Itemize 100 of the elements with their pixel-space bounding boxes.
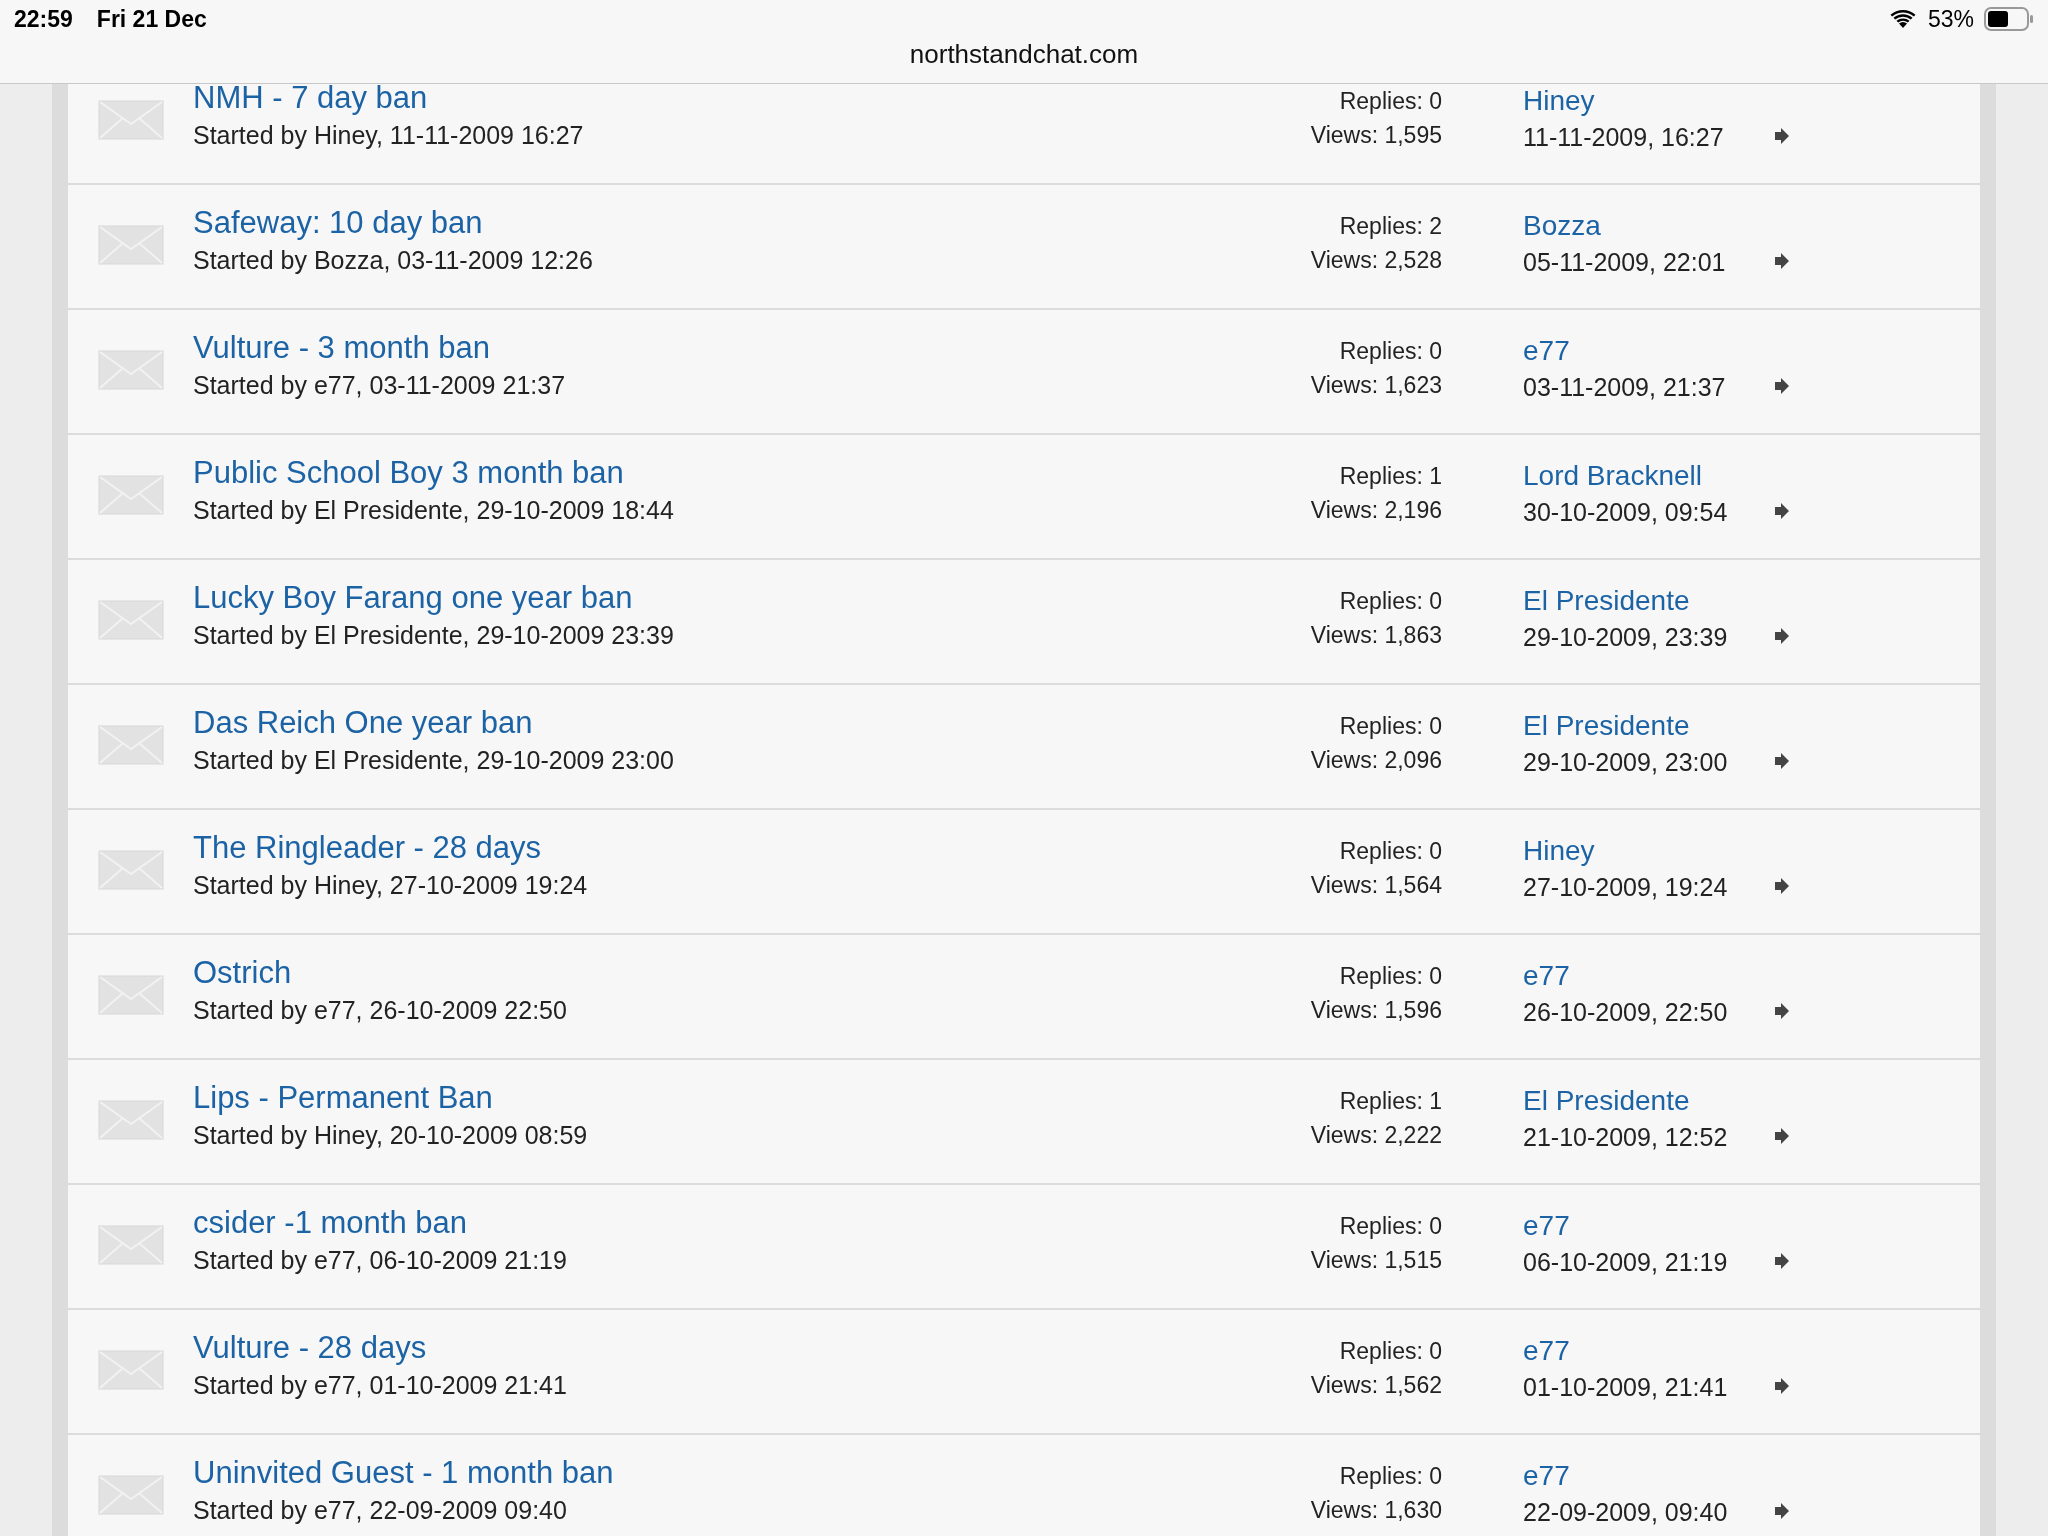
last-post-date: 27-10-2009, 19:24 [1523,872,1729,903]
envelope-icon [98,975,164,1015]
thread-title-link[interactable]: Das Reich One year ban [193,703,1232,743]
last-poster-link[interactable]: e77 [1523,332,1768,370]
thread-title-link[interactable]: Lips - Permanent Ban [193,1078,1232,1118]
last-post-date: 30-10-2009, 09:54 [1523,497,1729,528]
view-count: Views: 1,562 [1309,1371,1442,1400]
reply-count: Replies: 0 [1338,712,1442,741]
view-count: Views: 1,863 [1309,621,1442,650]
reply-count: Replies: 1 [1338,462,1442,491]
last-post-date: 11-11-2009, 16:27 [1523,122,1725,153]
thread-starter: Started by Hiney, 20-10-2009 08:59 [193,1120,589,1151]
battery-percent: 53% [1927,5,1974,33]
go-to-last-post-icon[interactable] [1774,1002,1790,1020]
last-post-date: 29-10-2009, 23:39 [1523,622,1729,653]
view-count: Views: 2,528 [1309,246,1442,275]
last-poster-link[interactable]: El Presidente [1523,582,1768,620]
reply-count: Replies: 0 [1338,1212,1442,1241]
thread-starter: Started by e77, 22-09-2009 09:40 [193,1495,568,1526]
last-post-date: 05-11-2009, 22:01 [1523,247,1727,278]
last-poster-link[interactable]: Bozza [1523,207,1768,245]
view-count: Views: 1,623 [1309,371,1442,400]
last-poster-link[interactable]: e77 [1523,957,1768,995]
thread-starter: Started by e77, 26-10-2009 22:50 [193,995,568,1026]
view-count: Views: 2,096 [1309,746,1442,775]
view-count: Views: 1,564 [1309,871,1442,900]
thread-starter: Started by El Presidente, 29-10-2009 18:44 [193,495,675,526]
go-to-last-post-icon[interactable] [1774,127,1790,145]
go-to-last-post-icon[interactable] [1774,1377,1790,1395]
reply-count: Replies: 0 [1338,87,1442,116]
thread-title-link[interactable]: Vulture - 3 month ban [193,328,1232,368]
reply-count: Replies: 0 [1338,1462,1442,1491]
reply-count: Replies: 0 [1338,337,1442,366]
envelope-icon [98,725,164,765]
reply-count: Replies: 0 [1338,962,1442,991]
last-post-date: 06-10-2009, 21:19 [1523,1247,1729,1278]
thread-starter: Started by e77, 01-10-2009 21:41 [193,1370,568,1401]
thread-title-link[interactable]: Ostrich [193,953,1232,993]
address-bar-url[interactable]: northstandchat.com [0,38,2048,70]
thread-title-link[interactable]: Vulture - 28 days [193,1328,1232,1368]
envelope-icon [98,225,164,265]
go-to-last-post-icon[interactable] [1774,1252,1790,1270]
thread-title-link[interactable]: NMH - 7 day ban [193,84,1232,118]
thread-starter: Started by El Presidente, 29-10-2009 23:00 [193,745,675,776]
envelope-icon [98,100,164,140]
status-date: Fri 21 Dec [96,5,207,33]
last-poster-link[interactable]: El Presidente [1523,1082,1768,1120]
status-time: 22:59 [14,5,73,33]
thread-title-link[interactable]: Safeway: 10 day ban [193,203,1232,243]
thread-title-link[interactable]: Uninvited Guest - 1 month ban [193,1453,1232,1493]
thread-title-link[interactable]: csider -1 month ban [193,1203,1232,1243]
go-to-last-post-icon[interactable] [1774,1502,1790,1520]
go-to-last-post-icon[interactable] [1774,252,1790,270]
envelope-icon [98,1225,164,1265]
battery-icon [1984,7,2034,31]
go-to-last-post-icon[interactable] [1774,877,1790,895]
last-poster-link[interactable]: El Presidente [1523,707,1768,745]
thread-starter: Started by El Presidente, 29-10-2009 23:39 [193,620,675,651]
last-poster-link[interactable]: e77 [1523,1332,1768,1370]
reply-count: Replies: 2 [1338,212,1442,241]
thread-title-link[interactable]: The Ringleader - 28 days [193,828,1232,868]
thread-starter: Started by Hiney, 11-11-2009 16:27 [193,120,585,151]
view-count: Views: 1,595 [1309,121,1442,150]
go-to-last-post-icon[interactable] [1774,627,1790,645]
go-to-last-post-icon[interactable] [1774,377,1790,395]
thread-title-link[interactable]: Lucky Boy Farang one year ban [193,578,1232,618]
last-poster-link[interactable]: Lord Bracknell [1523,457,1768,495]
view-count: Views: 1,596 [1309,996,1442,1025]
last-post-date: 22-09-2009, 09:40 [1523,1497,1729,1528]
view-count: Views: 2,222 [1309,1121,1442,1150]
thread-starter: Started by e77, 03-11-2009 21:37 [193,370,567,401]
envelope-icon [98,475,164,515]
last-post-date: 29-10-2009, 23:00 [1523,747,1729,778]
last-post-date: 01-10-2009, 21:41 [1523,1372,1729,1403]
envelope-icon [98,1475,164,1515]
thread-title-link[interactable]: Public School Boy 3 month ban [193,453,1232,493]
go-to-last-post-icon[interactable] [1774,752,1790,770]
thread-starter: Started by e77, 06-10-2009 21:19 [193,1245,568,1276]
thread-starter: Started by Hiney, 27-10-2009 19:24 [193,870,589,901]
last-poster-link[interactable]: Hiney [1523,84,1768,120]
view-count: Views: 1,630 [1309,1496,1442,1525]
envelope-icon [98,1100,164,1140]
view-count: Views: 2,196 [1309,496,1442,525]
envelope-icon [98,1350,164,1390]
last-poster-link[interactable]: e77 [1523,1457,1768,1495]
wifi-icon [1889,9,1916,29]
last-poster-link[interactable]: e77 [1523,1207,1768,1245]
go-to-last-post-icon[interactable] [1774,502,1790,520]
reply-count: Replies: 0 [1338,1337,1442,1366]
last-poster-link[interactable]: Hiney [1523,832,1768,870]
go-to-last-post-icon[interactable] [1774,1127,1790,1145]
envelope-icon [98,850,164,890]
thread-starter: Started by Bozza, 03-11-2009 12:26 [193,245,594,276]
view-count: Views: 1,515 [1309,1246,1442,1275]
last-post-date: 21-10-2009, 12:52 [1523,1122,1729,1153]
reply-count: Replies: 0 [1338,587,1442,616]
last-post-date: 03-11-2009, 21:37 [1523,372,1727,403]
reply-count: Replies: 0 [1338,837,1442,866]
envelope-icon [98,350,164,390]
envelope-icon [98,600,164,640]
